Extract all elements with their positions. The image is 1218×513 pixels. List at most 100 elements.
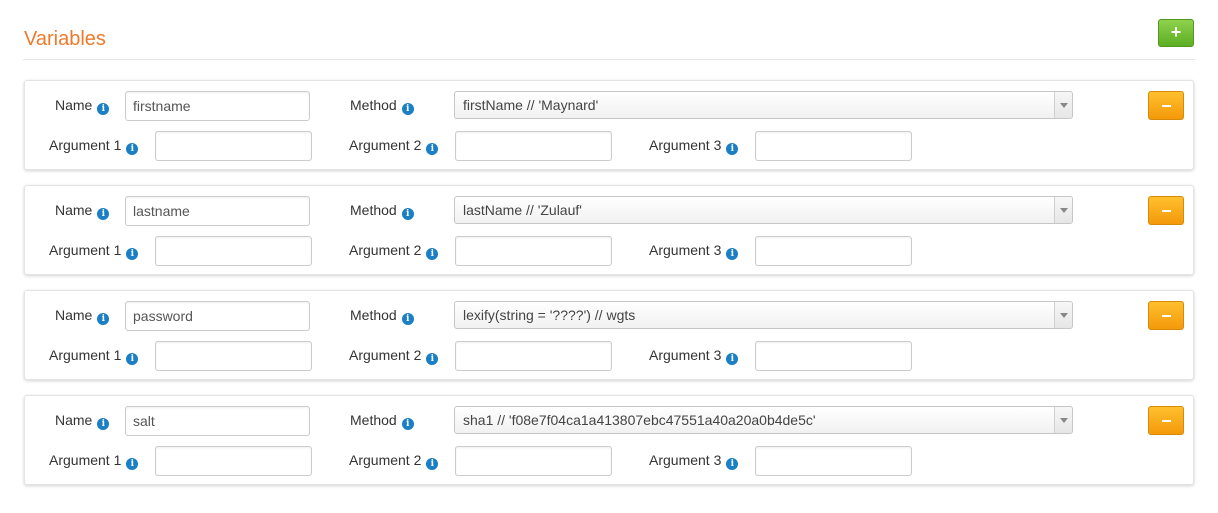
variable-name-input[interactable]: salt xyxy=(125,406,310,436)
info-icon[interactable]: i xyxy=(401,313,414,325)
argument3-input[interactable] xyxy=(755,446,912,476)
argument2-label: Argument 2 i xyxy=(349,450,439,470)
argument1-label-text: Argument 1 xyxy=(49,347,122,363)
argument3-input[interactable] xyxy=(755,131,912,161)
remove-variable-button[interactable] xyxy=(1148,406,1184,435)
argument3-label-text: Argument 3 xyxy=(649,347,722,363)
argument2-label-text: Argument 2 xyxy=(349,137,422,153)
variable-row: Name i password Method i lexify(string = '… xyxy=(24,290,1194,380)
variable-name-input[interactable]: lastname xyxy=(125,196,310,226)
argument1-label-text: Argument 1 xyxy=(49,137,122,153)
argument3-label: Argument 3 i xyxy=(649,450,739,470)
section-title: Variables xyxy=(24,28,106,50)
argument2-label-text: Argument 2 xyxy=(349,242,422,258)
info-icon[interactable]: i xyxy=(97,208,110,220)
chevron-down-icon[interactable] xyxy=(1054,92,1072,118)
add-variable-button[interactable]: + xyxy=(1158,19,1194,47)
name-label-text: Name xyxy=(55,97,93,113)
argument3-input[interactable] xyxy=(755,341,912,371)
variable-row: Name i lastname Method i lastName // 'Zula… xyxy=(24,185,1194,275)
argument2-label-text: Argument 2 xyxy=(349,452,422,468)
chevron-down-icon[interactable] xyxy=(1054,302,1072,328)
argument1-input[interactable] xyxy=(155,236,312,266)
info-icon[interactable]: i xyxy=(426,458,439,470)
method-label-text: Method xyxy=(350,412,397,428)
name-label: Name i xyxy=(55,410,110,430)
method-label: Method i xyxy=(350,305,414,325)
method-label-text: Method xyxy=(350,97,397,113)
info-icon[interactable]: i xyxy=(97,313,110,325)
method-label: Method i xyxy=(350,95,414,115)
argument1-label-text: Argument 1 xyxy=(49,452,122,468)
info-icon[interactable]: i xyxy=(97,418,110,430)
argument1-label: Argument 1 i xyxy=(49,240,139,260)
argument1-label: Argument 1 i xyxy=(49,345,139,365)
info-icon[interactable]: i xyxy=(126,353,139,365)
info-icon[interactable]: i xyxy=(126,248,139,260)
info-icon[interactable]: i xyxy=(726,353,739,365)
method-select[interactable]: lexify(string = '????') // wgts xyxy=(454,301,1073,329)
name-label: Name i xyxy=(55,95,110,115)
method-select[interactable]: lastName // 'Zulauf' xyxy=(454,196,1073,224)
info-icon[interactable]: i xyxy=(426,248,439,260)
info-icon[interactable]: i xyxy=(401,103,414,115)
argument2-label: Argument 2 i xyxy=(349,240,439,260)
plus-icon: + xyxy=(1170,22,1182,42)
method-select[interactable]: firstName // 'Maynard' xyxy=(454,91,1073,119)
method-label-text: Method xyxy=(350,307,397,323)
argument3-label-text: Argument 3 xyxy=(649,137,722,153)
info-icon[interactable]: i xyxy=(726,143,739,155)
argument3-label-text: Argument 3 xyxy=(649,242,722,258)
variable-name-input[interactable]: password xyxy=(125,301,310,331)
argument2-input[interactable] xyxy=(455,446,612,476)
variable-name-input[interactable]: firstname xyxy=(125,91,310,121)
argument1-input[interactable] xyxy=(155,341,312,371)
info-icon[interactable]: i xyxy=(426,143,439,155)
method-label: Method i xyxy=(350,200,414,220)
argument1-label: Argument 1 i xyxy=(49,135,139,155)
method-select-value: firstName // 'Maynard' xyxy=(463,97,599,113)
method-label: Method i xyxy=(350,410,414,430)
info-icon[interactable]: i xyxy=(401,208,414,220)
variable-row: Name i salt Method i sha1 // 'f08e7f04ca1a… xyxy=(24,395,1194,485)
argument2-label: Argument 2 i xyxy=(349,135,439,155)
method-select-value: sha1 // 'f08e7f04ca1a413807ebc47551a40a2… xyxy=(463,412,816,428)
chevron-down-icon[interactable] xyxy=(1054,407,1072,433)
argument3-label: Argument 3 i xyxy=(649,240,739,260)
argument2-input[interactable] xyxy=(455,131,612,161)
argument1-label-text: Argument 1 xyxy=(49,242,122,258)
argument3-label: Argument 3 i xyxy=(649,345,739,365)
name-label: Name i xyxy=(55,200,110,220)
info-icon[interactable]: i xyxy=(401,418,414,430)
argument2-input[interactable] xyxy=(455,236,612,266)
method-label-text: Method xyxy=(350,202,397,218)
method-select-value: lexify(string = '????') // wgts xyxy=(463,307,636,323)
argument2-input[interactable] xyxy=(455,341,612,371)
info-icon[interactable]: i xyxy=(126,458,139,470)
argument1-input[interactable] xyxy=(155,446,312,476)
info-icon[interactable]: i xyxy=(97,103,110,115)
method-select[interactable]: sha1 // 'f08e7f04ca1a413807ebc47551a40a2… xyxy=(454,406,1073,434)
argument3-label-text: Argument 3 xyxy=(649,452,722,468)
info-icon[interactable]: i xyxy=(426,353,439,365)
info-icon[interactable]: i xyxy=(726,458,739,470)
argument1-label: Argument 1 i xyxy=(49,450,139,470)
info-icon[interactable]: i xyxy=(126,143,139,155)
name-label-text: Name xyxy=(55,307,93,323)
remove-variable-button[interactable] xyxy=(1148,301,1184,330)
remove-variable-button[interactable] xyxy=(1148,91,1184,120)
variables-header: Variables + xyxy=(23,14,1195,60)
argument2-label-text: Argument 2 xyxy=(349,347,422,363)
method-select-value: lastName // 'Zulauf' xyxy=(463,202,582,218)
name-label-text: Name xyxy=(55,202,93,218)
name-label: Name i xyxy=(55,305,110,325)
remove-variable-button[interactable] xyxy=(1148,196,1184,225)
chevron-down-icon[interactable] xyxy=(1054,197,1072,223)
argument1-input[interactable] xyxy=(155,131,312,161)
argument3-label: Argument 3 i xyxy=(649,135,739,155)
info-icon[interactable]: i xyxy=(726,248,739,260)
argument2-label: Argument 2 i xyxy=(349,345,439,365)
name-label-text: Name xyxy=(55,412,93,428)
variable-row: Name i firstname Method i firstName // 'Ma… xyxy=(24,80,1194,170)
argument3-input[interactable] xyxy=(755,236,912,266)
